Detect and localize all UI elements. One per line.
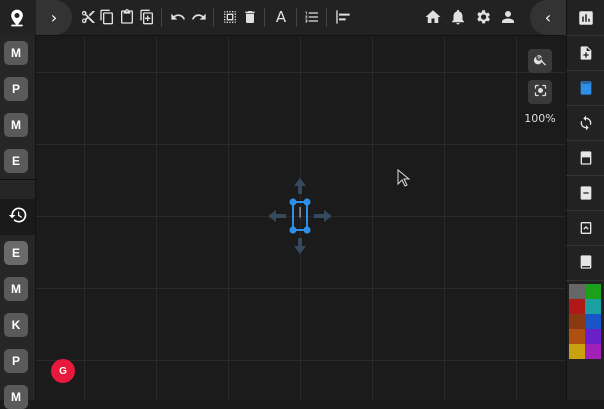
gear-icon[interactable] bbox=[473, 7, 493, 27]
history-icon bbox=[8, 205, 28, 229]
home-icon[interactable] bbox=[423, 7, 443, 27]
color-swatch[interactable] bbox=[585, 284, 601, 299]
color-swatch[interactable] bbox=[569, 344, 585, 359]
toolbar-divider bbox=[296, 8, 297, 27]
sidebar-item[interactable]: P bbox=[4, 349, 28, 373]
sidebar-item[interactable]: M bbox=[4, 385, 28, 409]
sidebar-divider bbox=[566, 175, 604, 176]
sidebar-item[interactable]: K bbox=[4, 313, 28, 337]
toolbar-divider bbox=[161, 8, 162, 27]
color-swatch[interactable] bbox=[569, 284, 585, 299]
add-page-icon[interactable] bbox=[575, 42, 597, 64]
layout-bottom-icon[interactable] bbox=[575, 251, 597, 273]
resize-handle bbox=[289, 226, 297, 234]
sidebar-divider bbox=[566, 140, 604, 141]
sidebar-divider bbox=[566, 70, 604, 71]
color-swatch[interactable] bbox=[569, 329, 585, 344]
sidebar-item[interactable]: M bbox=[4, 277, 28, 301]
focus-icon bbox=[533, 83, 548, 102]
history-button[interactable] bbox=[0, 199, 35, 235]
color-swatch[interactable] bbox=[585, 329, 601, 344]
sidebar-divider bbox=[566, 35, 604, 36]
undo-icon[interactable] bbox=[168, 7, 188, 27]
toolbar-divider bbox=[264, 8, 265, 27]
sidebar-divider bbox=[566, 245, 604, 246]
chevron-right-icon: › bbox=[50, 8, 58, 27]
color-palette bbox=[569, 284, 602, 364]
color-swatch[interactable] bbox=[585, 344, 601, 359]
sidebar-divider bbox=[566, 280, 604, 281]
paste-icon[interactable] bbox=[117, 7, 137, 27]
sidebar-item[interactable]: P bbox=[4, 77, 28, 101]
sidebar-divider bbox=[566, 210, 604, 211]
zoom-in-button[interactable] bbox=[528, 49, 552, 73]
map-pin-icon[interactable] bbox=[4, 5, 30, 31]
chart-icon[interactable] bbox=[575, 7, 597, 29]
font-icon[interactable]: A bbox=[271, 7, 291, 27]
resize-handle bbox=[303, 198, 311, 206]
focus-button[interactable] bbox=[528, 80, 552, 104]
resize-handle bbox=[289, 198, 297, 206]
layout-top-icon[interactable] bbox=[575, 147, 597, 169]
expand-sidebar-button[interactable]: › bbox=[36, 0, 72, 35]
redo-icon[interactable] bbox=[189, 7, 209, 27]
sidebar-divider bbox=[0, 179, 35, 180]
sidebar-item[interactable]: E bbox=[4, 149, 28, 173]
bell-icon[interactable] bbox=[448, 7, 468, 27]
select-all-icon[interactable] bbox=[220, 7, 240, 27]
resize-handle bbox=[303, 226, 311, 234]
sidebar-item[interactable]: M bbox=[4, 113, 28, 137]
copy-icon[interactable] bbox=[97, 7, 117, 27]
sidebar-divider bbox=[566, 105, 604, 106]
color-swatch[interactable] bbox=[585, 299, 601, 314]
toolbar-divider bbox=[326, 8, 327, 27]
sync-icon[interactable] bbox=[575, 112, 597, 134]
toolbar-divider bbox=[213, 8, 214, 27]
duplicate-icon[interactable] bbox=[137, 7, 157, 27]
delete-icon[interactable] bbox=[240, 7, 260, 27]
align-left-icon[interactable] bbox=[333, 7, 353, 27]
avatar[interactable]: G bbox=[51, 359, 75, 383]
list-icon[interactable] bbox=[302, 7, 322, 27]
minus-box-icon[interactable] bbox=[575, 182, 597, 204]
collapse-panel-button[interactable]: ‹ bbox=[530, 0, 566, 35]
chevron-left-icon: ‹ bbox=[544, 8, 552, 27]
zoom-level: 100% bbox=[524, 112, 556, 125]
color-swatch[interactable] bbox=[569, 314, 585, 329]
text-cursor: | bbox=[298, 206, 302, 218]
mouse-pointer-icon bbox=[397, 169, 411, 187]
page-icon[interactable] bbox=[575, 77, 597, 99]
user-icon[interactable] bbox=[498, 7, 518, 27]
zoom-in-icon bbox=[533, 52, 548, 71]
color-swatch[interactable] bbox=[569, 299, 585, 314]
chevron-up-box-icon[interactable] bbox=[575, 217, 597, 239]
font-label: A bbox=[275, 8, 287, 26]
color-swatch[interactable] bbox=[585, 314, 601, 329]
cut-icon[interactable] bbox=[78, 7, 98, 27]
sidebar-item[interactable]: E bbox=[4, 241, 28, 265]
sidebar-item[interactable]: M bbox=[4, 41, 28, 65]
